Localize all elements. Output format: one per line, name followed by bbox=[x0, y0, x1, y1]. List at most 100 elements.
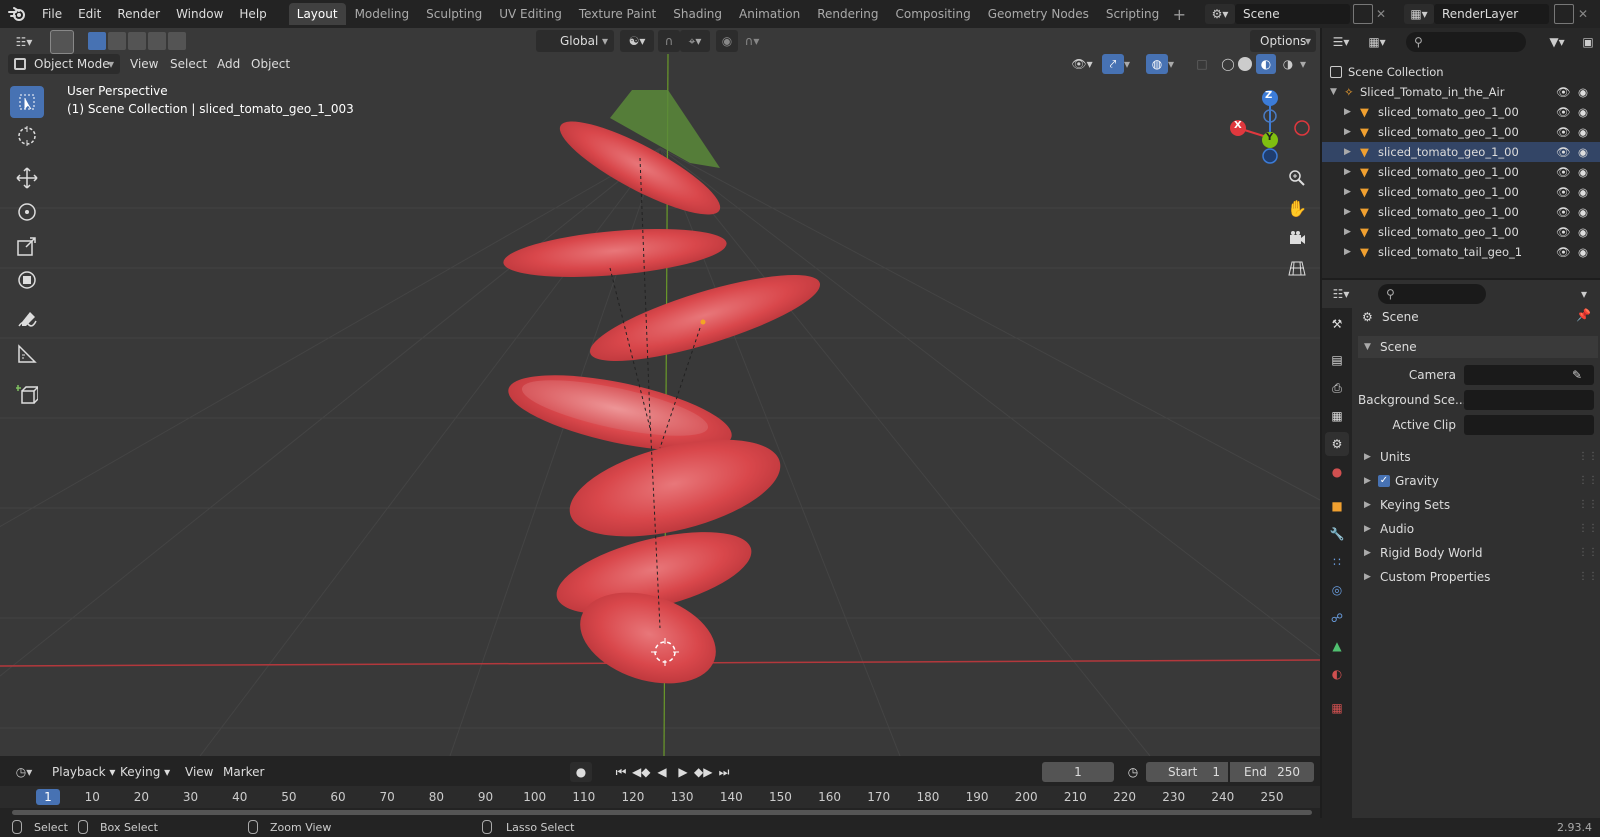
outliner-search-input[interactable]: ⚲ bbox=[1406, 32, 1526, 52]
drag-handle-icon[interactable]: ⋮⋮ bbox=[1578, 494, 1598, 516]
select-mode-intersect-icon[interactable] bbox=[168, 32, 186, 50]
outliner-row-collection[interactable]: ▼ ✧ Sliced_Tomato_in_the_Air 👁 ◉ bbox=[1322, 82, 1600, 102]
new-collection-icon[interactable]: ▣ bbox=[1578, 32, 1598, 52]
camera-view-icon[interactable] bbox=[1283, 224, 1311, 252]
menu-view[interactable]: View bbox=[124, 54, 164, 74]
jump-keyframe-prev-icon[interactable]: ◀◆ bbox=[632, 762, 650, 782]
menu-edit[interactable]: Edit bbox=[70, 3, 109, 25]
tab-compositing[interactable]: Compositing bbox=[887, 3, 978, 25]
eyedropper-icon[interactable]: ✎ bbox=[1572, 364, 1582, 386]
expand-arrow-icon[interactable]: ▶ bbox=[1344, 242, 1351, 262]
modifier-wrench-tab-icon[interactable]: 🔧 bbox=[1325, 522, 1349, 546]
menu-window[interactable]: Window bbox=[168, 3, 231, 25]
timeline-scrollbar[interactable] bbox=[12, 810, 1312, 815]
add-cube-tool[interactable] bbox=[10, 378, 44, 410]
render-camera-icon[interactable]: ◉ bbox=[1578, 122, 1588, 142]
move-tool[interactable] bbox=[10, 162, 44, 194]
visibility-icon[interactable]: 👁▾ bbox=[1066, 54, 1098, 74]
timeline-editor-type-icon[interactable]: ◷▾ bbox=[8, 762, 40, 782]
outliner-editor-type-icon[interactable]: ☰▾ bbox=[1326, 32, 1356, 52]
scale-tool[interactable] bbox=[10, 230, 44, 262]
visibility-eye-icon[interactable]: 👁 bbox=[1556, 222, 1571, 242]
render-camera-icon[interactable]: ◉ bbox=[1578, 182, 1588, 202]
timeline-editor[interactable]: ◷▾ Playback ▾ Keying ▾ View Marker ● ⏮ ◀… bbox=[0, 756, 1320, 818]
outliner-filter-icon[interactable]: ▼▾ bbox=[1542, 32, 1572, 52]
tab-texture-paint[interactable]: Texture Paint bbox=[571, 3, 664, 25]
render-camera-icon[interactable]: ◉ bbox=[1578, 82, 1588, 102]
world-tab-icon[interactable]: ● bbox=[1325, 460, 1349, 484]
add-workspace-icon[interactable]: + bbox=[1168, 5, 1190, 24]
visibility-eye-icon[interactable]: 👁 bbox=[1556, 242, 1571, 262]
tab-scripting[interactable]: Scripting bbox=[1098, 3, 1167, 25]
subpanel-header[interactable]: ▶ Rigid Body World ⋮⋮ bbox=[1358, 542, 1598, 564]
expand-arrow-icon[interactable]: ▶ bbox=[1344, 162, 1351, 182]
tool-tab-icon[interactable]: ⚒ bbox=[1325, 312, 1349, 336]
3d-viewport[interactable]: Z X Y ☷▾ Global ▾ ☯▾ ∩ ⌖▾ ◉ ∩▾ Options ▾ O… bbox=[0, 28, 1320, 756]
preview-range-clock-icon[interactable]: ◷ bbox=[1124, 762, 1142, 782]
falloff-icon[interactable]: ∩▾ bbox=[738, 30, 766, 52]
scene-type-icon[interactable]: ⚙▾ bbox=[1205, 4, 1235, 24]
tab-layout[interactable]: Layout bbox=[288, 3, 346, 25]
editor-type-icon[interactable]: ☷▾ bbox=[8, 32, 40, 52]
proportional-edit-icon[interactable]: ◉ bbox=[716, 30, 738, 52]
orientation-dropdown[interactable]: Global ▾ bbox=[536, 30, 614, 52]
xray-icon[interactable]: □ bbox=[1192, 54, 1212, 74]
expand-arrow-icon[interactable]: ▶ bbox=[1344, 122, 1351, 142]
jump-keyframe-next-icon[interactable]: ◆▶ bbox=[694, 762, 712, 782]
drag-handle-icon[interactable]: ⋮⋮ bbox=[1578, 518, 1598, 540]
timeline-view-menu[interactable]: View bbox=[179, 762, 219, 782]
jump-end-icon[interactable]: ⏭ bbox=[715, 762, 733, 782]
drag-handle-icon[interactable]: ⋮⋮ bbox=[1578, 542, 1598, 564]
view-layer-type-icon[interactable]: ▦▾ bbox=[1404, 4, 1434, 24]
timeline-keying-menu[interactable]: Keying ▾ bbox=[114, 762, 176, 782]
jump-start-icon[interactable]: ⏮ bbox=[612, 762, 630, 782]
menu-file[interactable]: File bbox=[34, 3, 70, 25]
scene-close-icon[interactable]: ✕ bbox=[1376, 4, 1392, 24]
drag-handle-icon[interactable]: ⋮⋮ bbox=[1578, 446, 1598, 468]
blender-logo-icon[interactable] bbox=[0, 0, 34, 28]
menu-help[interactable]: Help bbox=[231, 3, 274, 25]
render-camera-icon[interactable]: ◉ bbox=[1578, 162, 1588, 182]
object-data-tab-icon[interactable]: ▲ bbox=[1325, 634, 1349, 658]
outliner-row-scene-collection[interactable]: Scene Collection bbox=[1322, 62, 1600, 82]
shading-dropdown-icon[interactable]: ▾ bbox=[1300, 54, 1314, 74]
play-reverse-icon[interactable]: ◀ bbox=[653, 762, 671, 782]
solid-shading-icon[interactable] bbox=[1238, 57, 1252, 71]
visibility-eye-icon[interactable]: 👁 bbox=[1556, 142, 1571, 162]
scene-tab-icon[interactable]: ⚙ bbox=[1325, 432, 1349, 456]
rotate-tool[interactable] bbox=[10, 196, 44, 228]
visibility-eye-icon[interactable]: 👁 bbox=[1556, 182, 1571, 202]
tab-rendering[interactable]: Rendering bbox=[809, 3, 886, 25]
play-icon[interactable]: ▶ bbox=[674, 762, 692, 782]
tab-shading[interactable]: Shading bbox=[665, 3, 730, 25]
timeline-marker-menu[interactable]: Marker bbox=[217, 762, 270, 782]
outliner-row-object[interactable]: ▶ ▼ sliced_tomato_geo_1_00 👁 ◉ bbox=[1322, 122, 1600, 142]
expand-arrow-icon[interactable]: ▶ bbox=[1344, 182, 1351, 202]
expand-arrow-icon[interactable]: ▶ bbox=[1344, 142, 1351, 162]
physics-tab-icon[interactable]: ◎ bbox=[1325, 578, 1349, 602]
annotate-tool[interactable] bbox=[10, 304, 44, 336]
visibility-eye-icon[interactable]: 👁 bbox=[1556, 202, 1571, 222]
visibility-eye-icon[interactable]: 👁 bbox=[1556, 82, 1571, 102]
outliner-row-object[interactable]: ▶ ▼ sliced_tomato_geo_1_00 👁 ◉ bbox=[1322, 182, 1600, 202]
wireframe-shading-icon[interactable]: ◯ bbox=[1218, 54, 1238, 74]
expand-arrow-icon[interactable]: ▶ bbox=[1344, 202, 1351, 222]
cursor-tool[interactable] bbox=[10, 120, 44, 152]
select-mode-new-icon[interactable] bbox=[88, 32, 106, 50]
render-camera-icon[interactable]: ◉ bbox=[1578, 202, 1588, 222]
subpanel-header[interactable]: ▶ ✓ Gravity ⋮⋮ bbox=[1358, 470, 1598, 492]
current-frame-field[interactable]: 1 bbox=[1042, 762, 1114, 782]
subpanel-header[interactable]: ▶ Keying Sets ⋮⋮ bbox=[1358, 494, 1598, 516]
scene-panel-header[interactable]: ▼ Scene bbox=[1358, 336, 1598, 358]
gravity-checkbox[interactable]: ✓ bbox=[1378, 475, 1390, 487]
visibility-eye-icon[interactable]: 👁 bbox=[1556, 102, 1571, 122]
material-shading-icon[interactable]: ◐ bbox=[1256, 54, 1276, 74]
particles-tab-icon[interactable]: ∷ bbox=[1325, 550, 1349, 574]
drag-handle-icon[interactable]: ⋮⋮ bbox=[1578, 566, 1598, 588]
render-tab-icon[interactable]: ▤ bbox=[1325, 348, 1349, 372]
tab-modeling[interactable]: Modeling bbox=[347, 3, 418, 25]
outliner-row-object[interactable]: ▶ ▼ sliced_tomato_geo_1_00 👁 ◉ bbox=[1322, 162, 1600, 182]
mode-dropdown[interactable]: Object Mode ▾ bbox=[8, 54, 120, 74]
start-frame-field[interactable]: Start 1 bbox=[1146, 762, 1228, 782]
tab-animation[interactable]: Animation bbox=[731, 3, 808, 25]
